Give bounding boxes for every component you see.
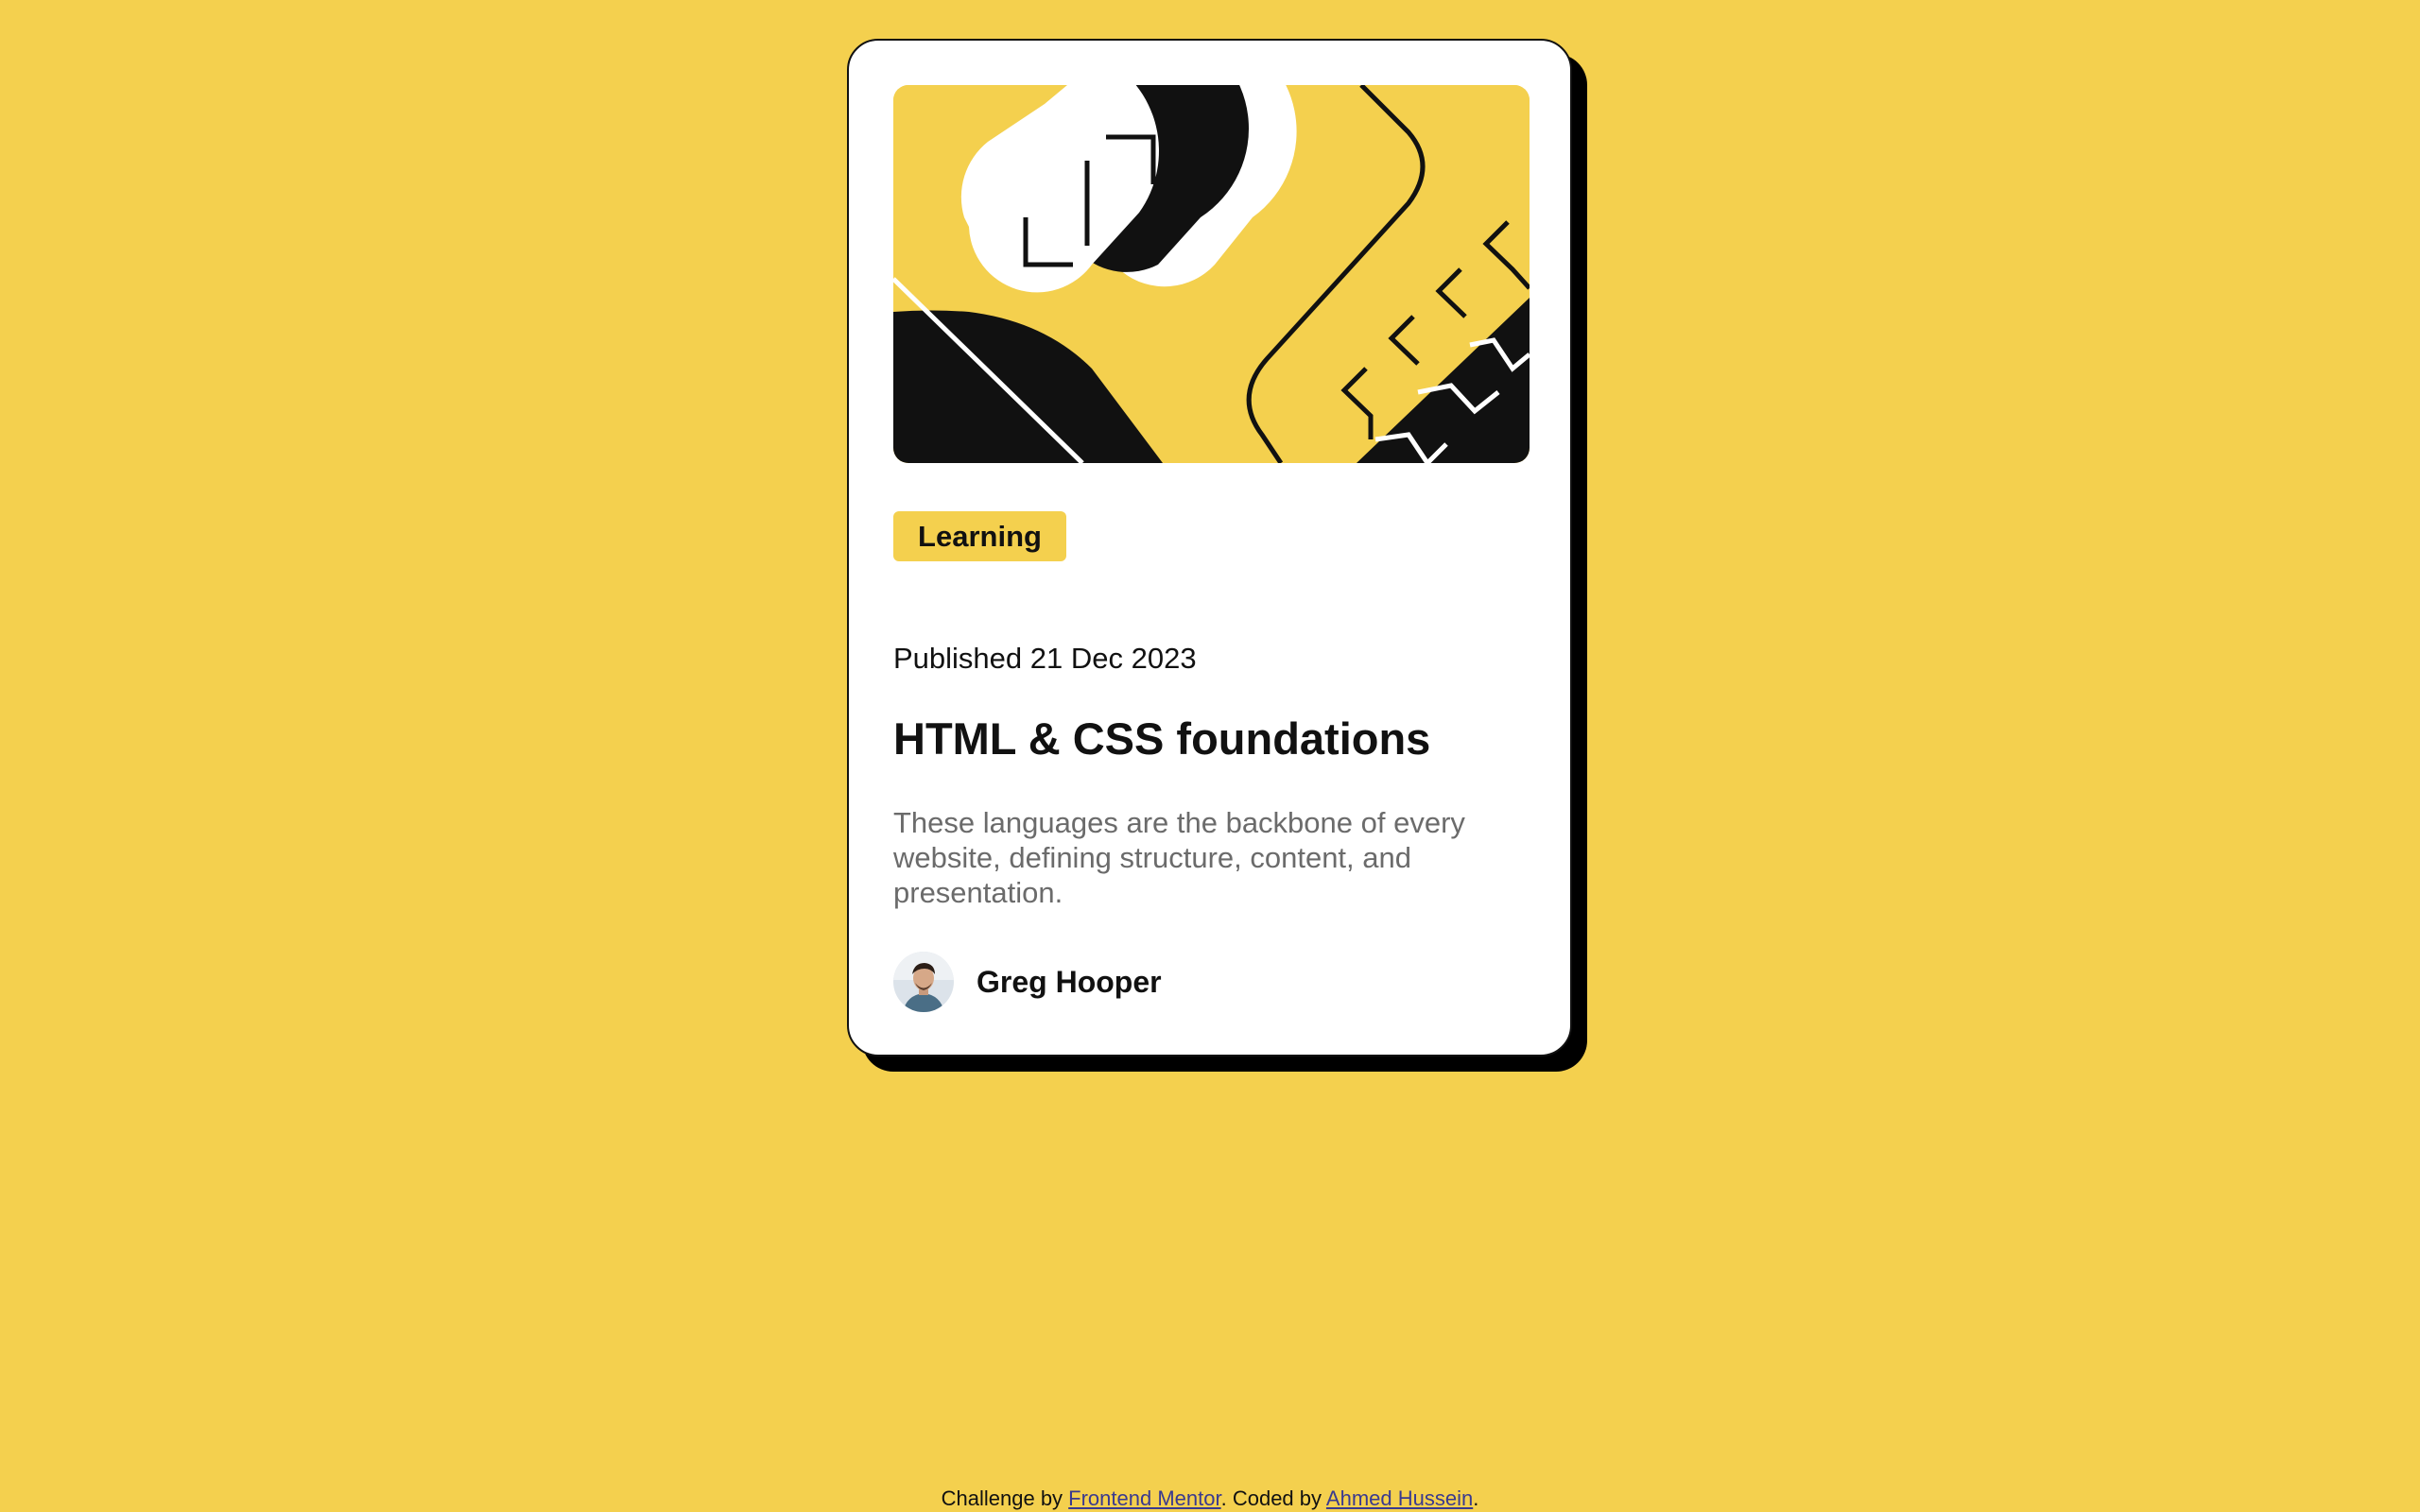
footer-prefix: Challenge by <box>941 1486 1069 1510</box>
footer-suffix: . <box>1473 1486 1479 1510</box>
footer-middle: . Coded by <box>1220 1486 1326 1510</box>
frontend-mentor-link[interactable]: Frontend Mentor <box>1068 1486 1220 1510</box>
blog-illustration-image <box>893 85 1530 463</box>
card-title[interactable]: HTML & CSS foundations <box>893 713 1430 765</box>
author: Greg Hooper <box>893 952 1162 1012</box>
avatar <box>893 952 954 1012</box>
category-tag: Learning <box>893 511 1066 561</box>
attribution-footer: Challenge by Frontend Mentor. Coded by A… <box>0 1486 2420 1511</box>
author-link[interactable]: Ahmed Hussein <box>1326 1486 1473 1510</box>
published-date: Published 21 Dec 2023 <box>893 642 1197 675</box>
author-name: Greg Hooper <box>977 964 1162 999</box>
blog-preview-card: Learning Published 21 Dec 2023 HTML & CS… <box>847 39 1572 1057</box>
card-description: These languages are the backbone of ever… <box>893 806 1465 909</box>
